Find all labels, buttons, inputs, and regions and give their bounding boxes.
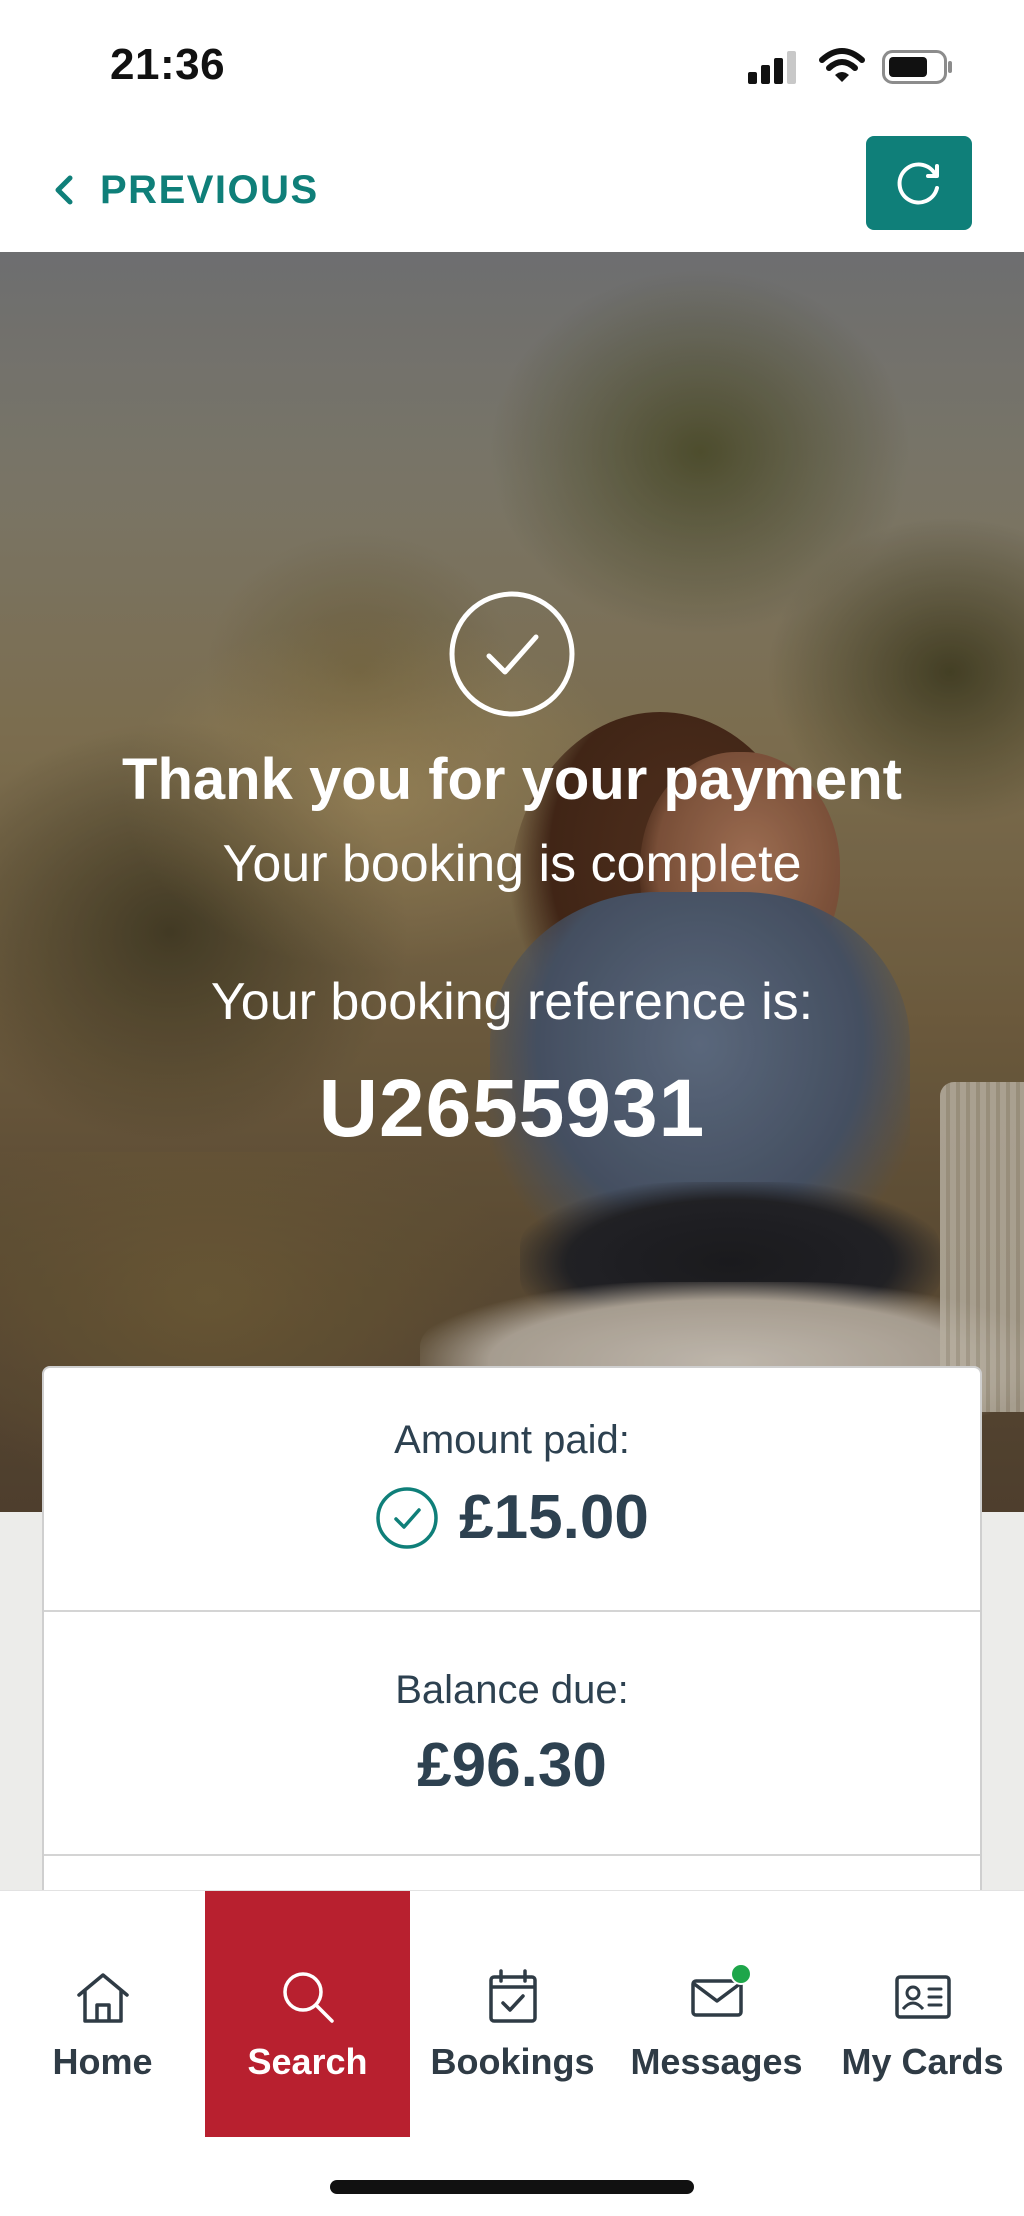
refresh-icon [897, 162, 939, 205]
notification-dot [730, 1963, 752, 1985]
hero-banner: Thank you for your payment Your booking … [0, 252, 1024, 1512]
wifi-icon [819, 48, 865, 82]
tab-bookings-label: Bookings [430, 2041, 595, 2082]
booking-reference-label: Your booking reference is: [210, 973, 814, 1031]
previous-label: PREVIOUS [100, 167, 319, 212]
tab-my-cards-label: My Cards [841, 2041, 1004, 2082]
app-root: 21:36 PREVIOUS Thank you for your paymen… [0, 0, 1024, 2216]
home-indicator[interactable] [330, 2180, 694, 2194]
confirmation-title: Thank you for your payment [122, 747, 902, 812]
status-bar: 21:36 [0, 0, 1024, 120]
balance-due-label: Balance due: [395, 1668, 629, 1712]
amount-paid-label: Amount paid: [394, 1418, 630, 1462]
calendar-check-icon [488, 1969, 537, 2023]
cellular-signal-icon [748, 50, 800, 84]
tab-messages-label: Messages [630, 2041, 803, 2082]
balance-due-row: Balance due: £96.30 [44, 1612, 980, 1856]
tab-messages[interactable]: Messages [614, 1891, 819, 2137]
tab-search[interactable]: Search [205, 1891, 410, 2137]
check-circle-icon [449, 591, 575, 717]
status-time: 21:36 [110, 40, 226, 89]
amount-paid-value: £15.00 [459, 1483, 649, 1552]
bottom-tab-bar: Home Search Bookings Messages My Cards [0, 1890, 1024, 2216]
confirmation-subtitle: Your booking is complete [222, 835, 802, 893]
tab-home-label: Home [52, 2041, 153, 2082]
tab-my-cards[interactable]: My Cards [820, 1891, 1024, 2137]
tab-search-label: Search [247, 2041, 368, 2082]
nav-header: PREVIOUS [0, 120, 1024, 252]
amount-paid-line: £15.00 [44, 1482, 980, 1553]
battery-icon [882, 50, 952, 84]
tab-bookings[interactable]: Bookings [410, 1891, 615, 2137]
check-circle-icon [376, 1486, 438, 1549]
booking-reference-value: U2655931 [318, 1063, 706, 1154]
tab-home[interactable]: Home [0, 1891, 205, 2137]
id-card-icon [894, 1975, 951, 2019]
chevron-left-icon [55, 175, 73, 205]
balance-due-value: £96.30 [417, 1731, 607, 1800]
search-icon [282, 1972, 334, 2023]
home-icon [76, 1973, 129, 2023]
refresh-button[interactable] [866, 136, 972, 230]
previous-button[interactable]: PREVIOUS [50, 160, 319, 220]
payment-summary-card: Amount paid: £15.00 Balance due: £96.30 [42, 1366, 982, 1966]
amount-paid-row: Amount paid: £15.00 [44, 1368, 980, 1612]
